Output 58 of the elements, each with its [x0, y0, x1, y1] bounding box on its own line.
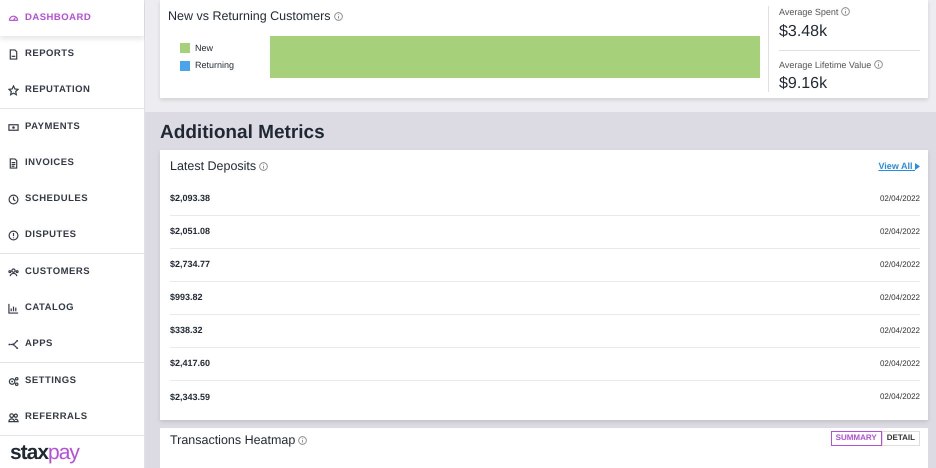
clock-icon — [8, 194, 19, 204]
document-icon — [8, 48, 19, 60]
sidebar-item[interactable]: CATALOG — [0, 290, 144, 326]
view-all-link[interactable]: View All — [878, 160, 920, 174]
users-icon — [8, 412, 19, 422]
gauge-icon — [8, 12, 19, 24]
info-icon[interactable] — [334, 12, 343, 21]
view-toggle[interactable]: SUMMARY — [830, 430, 882, 446]
view-toggle[interactable]: DETAIL — [882, 430, 920, 446]
section-heading: Additional Metrics — [160, 122, 326, 144]
sidebar-item[interactable]: APPS — [0, 326, 144, 362]
stat-value: $9.16k — [779, 74, 828, 94]
card-title: Transactions Heatmap — [170, 432, 296, 447]
deposit-date: 02/04/2022 — [880, 226, 920, 238]
deposit-amount: $2,417.60 — [170, 357, 210, 370]
deposit-amount: $993.82 — [170, 291, 203, 304]
sidebar-item[interactable]: DASHBOARD — [0, 0, 144, 36]
card-title: Latest Deposits — [170, 159, 256, 174]
sidebar-item[interactable]: SCHEDULES — [0, 181, 144, 217]
sidebar-item[interactable]: PAYMENTS — [0, 109, 144, 145]
sidebar-item[interactable]: REPUTATION — [0, 72, 144, 108]
sidebar-item[interactable]: INVOICES — [0, 145, 144, 181]
stat-label: Average Spent — [779, 7, 838, 17]
card-title: New vs Returning Customers — [168, 9, 331, 23]
chart-icon — [8, 302, 19, 314]
stat-value: $3.48k — [779, 22, 828, 42]
info-icon[interactable] — [841, 7, 850, 16]
deposit-amount: $2,343.59 — [170, 390, 210, 404]
deposit-amount: $2,734.77 — [170, 258, 210, 272]
info-icon[interactable] — [874, 60, 884, 68]
legend-label: Returning — [195, 59, 234, 72]
settings-icon — [8, 376, 19, 386]
deposit-date: 02/04/2022 — [880, 292, 920, 304]
invoice-icon — [8, 158, 19, 168]
deposit-date: 02/04/2022 — [880, 391, 920, 404]
network-icon — [8, 338, 19, 350]
deposit-date: 02/04/2022 — [880, 324, 920, 337]
alert-icon — [8, 230, 19, 240]
stat-label: Average Lifetime Value — [779, 60, 872, 70]
deposit-amount: $2,051.08 — [170, 225, 210, 238]
info-icon[interactable] — [298, 436, 308, 445]
legend-label: New — [195, 42, 214, 54]
people-icon — [8, 266, 19, 278]
sidebar-item[interactable]: REPORTS — [0, 36, 144, 72]
sidebar-item[interactable]: REFERRALS — [0, 399, 144, 435]
deposit-amount: $338.32 — [170, 324, 203, 338]
sidebar-item[interactable]: DISPUTES — [0, 217, 144, 253]
logo: staxpay — [10, 442, 80, 463]
deposit-amount: $2,093.38 — [170, 192, 210, 206]
deposit-date: 02/04/2022 — [880, 192, 920, 205]
deposit-date: 02/04/2022 — [880, 358, 920, 370]
info-icon[interactable] — [259, 162, 268, 172]
deposit-date: 02/04/2022 — [880, 258, 920, 271]
star-icon — [8, 84, 19, 96]
banknote-icon — [8, 122, 19, 132]
chevron-icon — [915, 162, 920, 170]
sidebar-item[interactable]: CUSTOMERS — [0, 254, 144, 290]
sidebar-item[interactable]: SETTINGS — [0, 363, 144, 399]
